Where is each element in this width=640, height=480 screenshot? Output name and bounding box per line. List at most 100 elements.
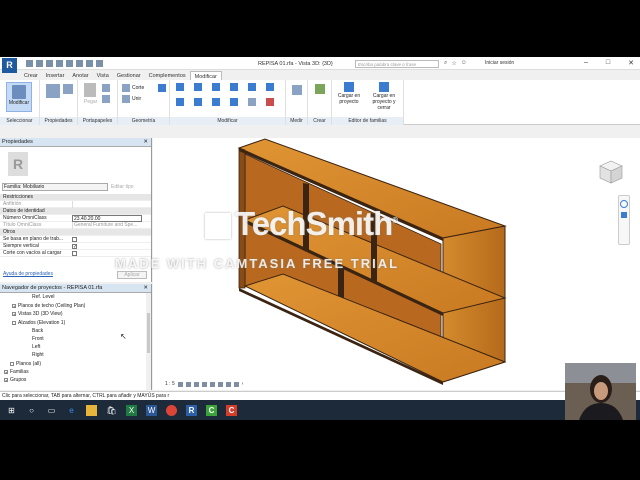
measure-icon[interactable] — [76, 60, 83, 67]
camtasia-recorder-icon[interactable]: C — [226, 404, 237, 416]
create-icon[interactable] — [315, 84, 325, 94]
offset-icon[interactable] — [194, 83, 202, 91]
expand-icon[interactable]: + — [4, 377, 8, 382]
tree-item[interactable]: Ref. Level — [32, 294, 55, 300]
corte-button[interactable]: Corte — [132, 85, 144, 91]
minimize-button[interactable]: – — [584, 59, 588, 67]
tree-item[interactable]: Left — [32, 344, 40, 350]
camtasia-icon[interactable]: C — [206, 404, 217, 416]
tab-gestionar[interactable]: Gestionar — [113, 71, 145, 80]
tree-item[interactable]: + Familias — [4, 369, 29, 375]
cope-icon[interactable] — [122, 84, 130, 92]
navigation-bar[interactable] — [618, 195, 630, 245]
binoculars-icon[interactable]: ⌕ — [444, 60, 447, 67]
sun-path-icon[interactable] — [193, 381, 199, 387]
unir-button[interactable]: Unir — [132, 96, 141, 102]
tab-anotar[interactable]: Anotar — [68, 71, 92, 80]
copy-icon[interactable] — [102, 95, 110, 103]
chrome-icon[interactable] — [166, 404, 177, 416]
delete-icon[interactable] — [266, 98, 274, 106]
tree-item[interactable]: + Grupos — [4, 377, 26, 383]
section-restricciones[interactable]: Restricciones — [0, 194, 151, 201]
tree-item[interactable]: + Planos de techo (Ceiling Plan) — [12, 303, 85, 309]
crop-icon[interactable] — [217, 381, 223, 387]
edge-icon[interactable]: e — [66, 405, 77, 416]
user-icon[interactable]: ☺ — [461, 60, 467, 67]
scale-label[interactable]: 1 : 5 — [165, 381, 175, 387]
viewcube[interactable] — [597, 158, 625, 186]
undo-icon[interactable] — [46, 60, 53, 67]
modify-button[interactable]: Modificar — [6, 82, 32, 112]
family-selector[interactable]: Familia: Mobiliario — [2, 183, 108, 191]
apply-button[interactable]: Aplicar — [117, 271, 147, 279]
tab-modificar[interactable]: Modificar — [189, 71, 222, 80]
paint-icon[interactable] — [158, 84, 166, 92]
tree-item[interactable]: Planos (all) — [10, 361, 41, 367]
scrollbar-thumb[interactable] — [147, 313, 150, 353]
cargar-proyecto-button[interactable]: Cargar en proyecto — [335, 82, 363, 105]
lock-icon[interactable] — [233, 381, 239, 387]
steering-wheel-icon[interactable] — [620, 200, 628, 208]
tree-item[interactable]: Right — [32, 352, 44, 358]
align-icon[interactable] — [176, 83, 184, 91]
tab-complementos[interactable]: Complementos — [145, 71, 190, 80]
search-icon[interactable]: ○ — [26, 405, 37, 416]
shadows-icon[interactable] — [201, 381, 207, 387]
paste-icon[interactable] — [84, 83, 96, 97]
trim-icon[interactable] — [230, 98, 238, 106]
section-datos[interactable]: Datos de identidad — [0, 208, 151, 215]
expand-icon[interactable]: + — [12, 311, 16, 316]
close-icon[interactable]: ✕ — [143, 284, 148, 293]
browser-scrollbar[interactable] — [146, 293, 151, 390]
checkbox[interactable] — [72, 251, 77, 256]
revit-app-button[interactable]: R — [2, 58, 17, 73]
store-icon[interactable]: 🛍 — [106, 405, 117, 416]
prop-numero-omniclass[interactable]: Número OmniClass 23.40.20.00 — [0, 215, 151, 222]
move-icon[interactable] — [176, 98, 184, 106]
measure-tool-icon[interactable] — [292, 85, 302, 95]
mirror-icon[interactable] — [212, 83, 220, 91]
close-button[interactable]: ✕ — [628, 59, 634, 67]
copy-elem-icon[interactable] — [194, 98, 202, 106]
task-view-icon[interactable]: ▭ — [46, 405, 57, 416]
star-icon[interactable]: ☆ — [451, 60, 456, 67]
cargar-cerrar-button[interactable]: Cargar en proyecto y cerrar — [366, 82, 402, 111]
expand-icon[interactable]: + — [4, 369, 8, 374]
edit-type-button[interactable]: Editar tipo — [111, 183, 149, 191]
section-otros[interactable]: Otros — [0, 229, 151, 236]
visual-style-icon[interactable] — [185, 381, 191, 387]
windows-start-icon[interactable]: ⊞ — [6, 405, 17, 416]
zoom-icon[interactable] — [621, 212, 627, 218]
word-icon[interactable]: W — [146, 404, 157, 416]
file-explorer-icon[interactable] — [86, 404, 97, 416]
save-icon[interactable] — [36, 60, 43, 67]
render-icon[interactable] — [209, 381, 215, 387]
3d-icon[interactable] — [96, 60, 103, 67]
join-icon[interactable] — [122, 95, 130, 103]
expand-icon[interactable]: + — [12, 303, 16, 308]
scale-icon[interactable] — [266, 83, 274, 91]
print-icon[interactable] — [66, 60, 73, 67]
checkbox-checked[interactable]: ✓ — [72, 244, 77, 250]
tab-crear[interactable]: Crear — [20, 71, 42, 80]
properties-icon[interactable] — [46, 84, 60, 98]
tree-item[interactable]: Back — [32, 328, 43, 334]
tab-vista[interactable]: Vista — [93, 71, 113, 80]
group-label[interactable]: Seleccionar — [0, 117, 39, 125]
excel-icon[interactable]: X — [126, 404, 137, 416]
tree-item[interactable]: Front — [32, 336, 44, 342]
type-properties-icon[interactable] — [63, 84, 73, 94]
tab-insertar[interactable]: Insertar — [42, 71, 69, 80]
cut-icon[interactable] — [102, 84, 110, 92]
search-input[interactable]: Escriba palabra clave o frase — [355, 60, 439, 68]
checkbox[interactable] — [72, 237, 77, 242]
revit-taskbar-icon[interactable]: R — [186, 404, 197, 416]
scroll-left-icon[interactable]: ‹ — [242, 381, 244, 387]
help-link[interactable]: Ayuda de propiedades — [3, 271, 53, 277]
hide-icon[interactable] — [225, 381, 231, 387]
close-icon[interactable]: ✕ — [143, 138, 148, 147]
tree-item[interactable]: - Alzados (Elevation 1) — [12, 320, 65, 326]
detail-level-icon[interactable] — [177, 381, 183, 387]
login-button[interactable]: Iniciar sesión — [485, 60, 514, 66]
rotate-icon[interactable] — [212, 98, 220, 106]
